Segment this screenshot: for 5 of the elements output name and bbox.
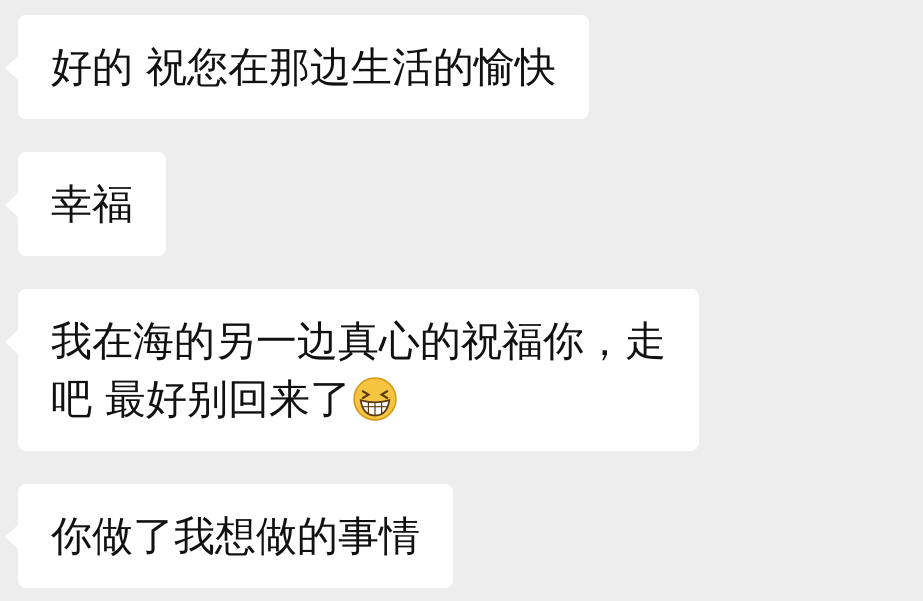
message-text: 幸福 [51, 179, 133, 230]
message-text: 吧 最好别回来了 [51, 374, 352, 425]
message-text: 你做了我想做的事情 [51, 511, 420, 562]
message-text: 我在海的另一边真心的祝福你，走 [51, 316, 666, 367]
message-text: 好的 祝您在那边生活的愉快 [51, 42, 556, 93]
